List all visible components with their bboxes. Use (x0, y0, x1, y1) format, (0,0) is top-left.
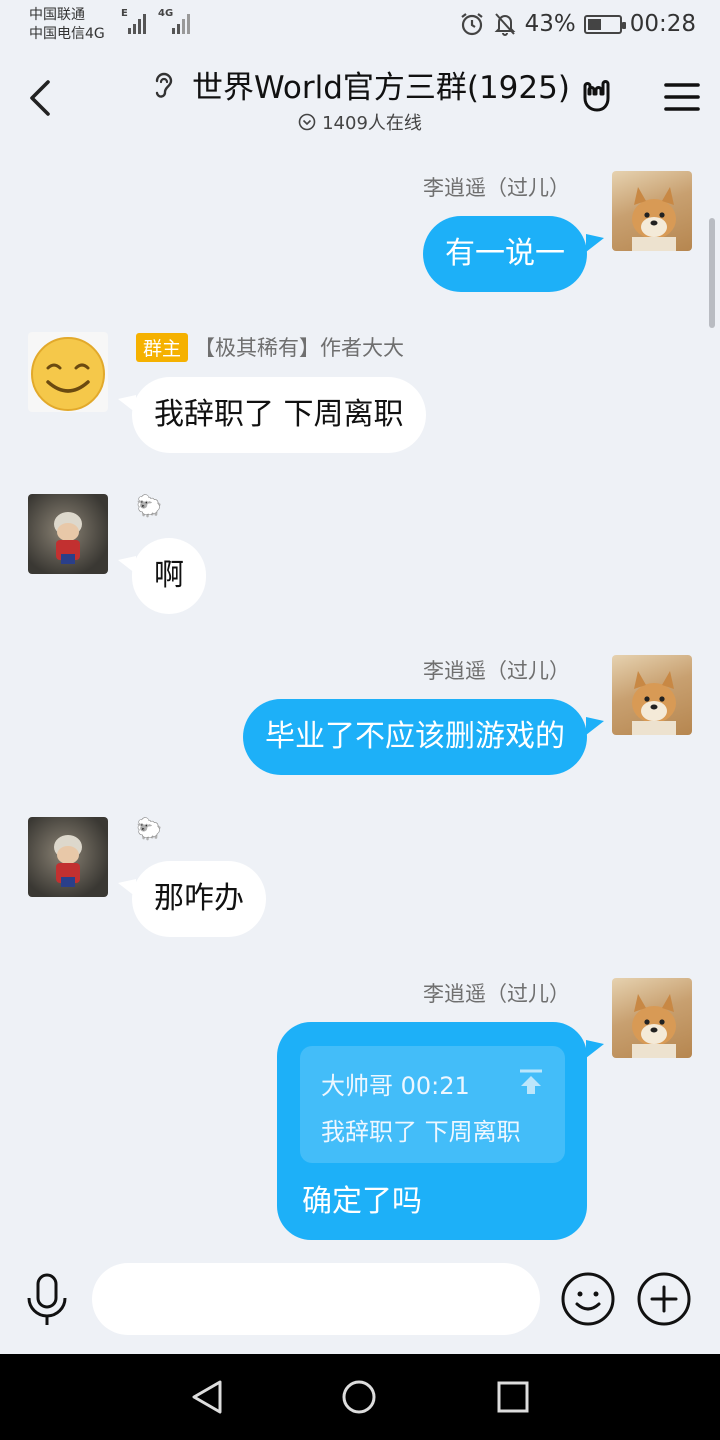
signal-1-type: E (121, 8, 128, 19)
chevron-down-circle-icon[interactable] (298, 113, 316, 131)
message-bubble[interactable]: 有一说一 (423, 216, 587, 292)
menu-icon[interactable] (664, 82, 700, 112)
figure-avatar-image (54, 512, 82, 564)
avatar-figure[interactable] (28, 494, 108, 574)
avatar-smiley[interactable] (28, 332, 108, 412)
bubble-tail (118, 879, 136, 897)
avatar-shiba[interactable] (612, 655, 692, 735)
bubble-tail (586, 1040, 604, 1058)
message-text: 那咋办 (154, 881, 244, 916)
owner-badge: 群主 (136, 333, 189, 362)
online-count[interactable]: 1409人在线 (322, 109, 422, 135)
jump-to-original-icon[interactable] (517, 1068, 545, 1096)
message-text: 啊 (154, 558, 184, 593)
chat-header: 世界World官方三群(1925) 1409人在线 (0, 50, 720, 145)
bubble-tail (118, 395, 136, 413)
sender-name[interactable]: 李逍遥（过儿） (423, 978, 570, 1008)
plus-circle-icon[interactable] (636, 1271, 692, 1327)
message-bubble[interactable]: 毕业了不应该删游戏的 (243, 699, 587, 775)
sender-name[interactable]: 李逍遥（过儿） (423, 172, 570, 202)
message-text: 确定了吗 (302, 1184, 422, 1219)
avatar-shiba[interactable] (612, 171, 692, 251)
sender-name[interactable]: 李逍遥（过儿） (423, 655, 570, 685)
scrollbar[interactable] (709, 218, 715, 328)
sender-name[interactable]: 🐑 (136, 817, 162, 842)
emoji-icon[interactable] (560, 1271, 616, 1327)
chat-title-row[interactable]: 世界World官方三群(1925) (150, 62, 570, 107)
quoted-message[interactable]: 大帅哥 00:21 我辞职了 下周离职 (300, 1046, 565, 1163)
message-text: 我辞职了 下周离职 (154, 397, 404, 432)
shiba-avatar-image (632, 994, 676, 1058)
signal-2-type: 4G (158, 8, 174, 19)
message-bubble[interactable]: 我辞职了 下周离职 (132, 377, 426, 453)
alarm-icon (460, 13, 483, 36)
status-right: 43% 00:28 (459, 8, 696, 40)
bell-off-icon (494, 13, 515, 36)
figure-avatar-image (54, 835, 82, 887)
carrier-2: 中国电信4G (29, 26, 105, 42)
battery-charging-icon (583, 14, 626, 34)
system-nav-bar (0, 1354, 720, 1440)
shiba-avatar-image (632, 671, 676, 735)
message-text: 有一说一 (445, 236, 565, 271)
bubble-tail (118, 556, 136, 574)
quote-author-time: 大帅哥 00:21 (321, 1072, 470, 1100)
shiba-avatar-image (632, 187, 676, 251)
avatar-shiba[interactable] (612, 978, 692, 1058)
nav-recent-icon[interactable] (496, 1380, 530, 1414)
clock: 00:28 (629, 11, 696, 37)
message-bubble[interactable]: 那咋办 (132, 861, 266, 937)
smiley-avatar-image (31, 337, 105, 411)
sender-line[interactable]: 群主 【极其稀有】作者大大 (136, 332, 404, 362)
chat-title[interactable]: 世界World官方三群(1925) (192, 62, 570, 107)
sender-name[interactable]: 【极其稀有】作者大大 (194, 336, 404, 360)
message-bubble[interactable]: 啊 (132, 538, 206, 614)
message-text: 毕业了不应该删游戏的 (265, 719, 565, 754)
signal-1-icon: E (121, 8, 146, 34)
carrier-labels: 中国联通 中国电信4G (29, 6, 105, 44)
rock-hand-icon[interactable] (578, 76, 616, 114)
status-bar: 中国联通 中国电信4G E 4G 43% 00:28 (0, 0, 720, 50)
nav-back-icon[interactable] (188, 1378, 226, 1416)
signal-2-icon: 4G (158, 8, 190, 34)
carrier-1: 中国联通 (29, 7, 85, 23)
sender-name[interactable]: 🐑 (136, 494, 162, 519)
bubble-tail (586, 234, 604, 252)
avatar-figure[interactable] (28, 817, 108, 897)
battery-percent: 43% (524, 11, 576, 37)
message-input[interactable] (92, 1263, 540, 1335)
bubble-tail (586, 717, 604, 735)
nav-home-icon[interactable] (340, 1378, 378, 1416)
input-bar (0, 1250, 720, 1354)
ear-icon[interactable] (150, 69, 178, 101)
microphone-icon[interactable] (24, 1272, 70, 1328)
quote-text: 我辞职了 下周离职 (321, 1118, 521, 1146)
